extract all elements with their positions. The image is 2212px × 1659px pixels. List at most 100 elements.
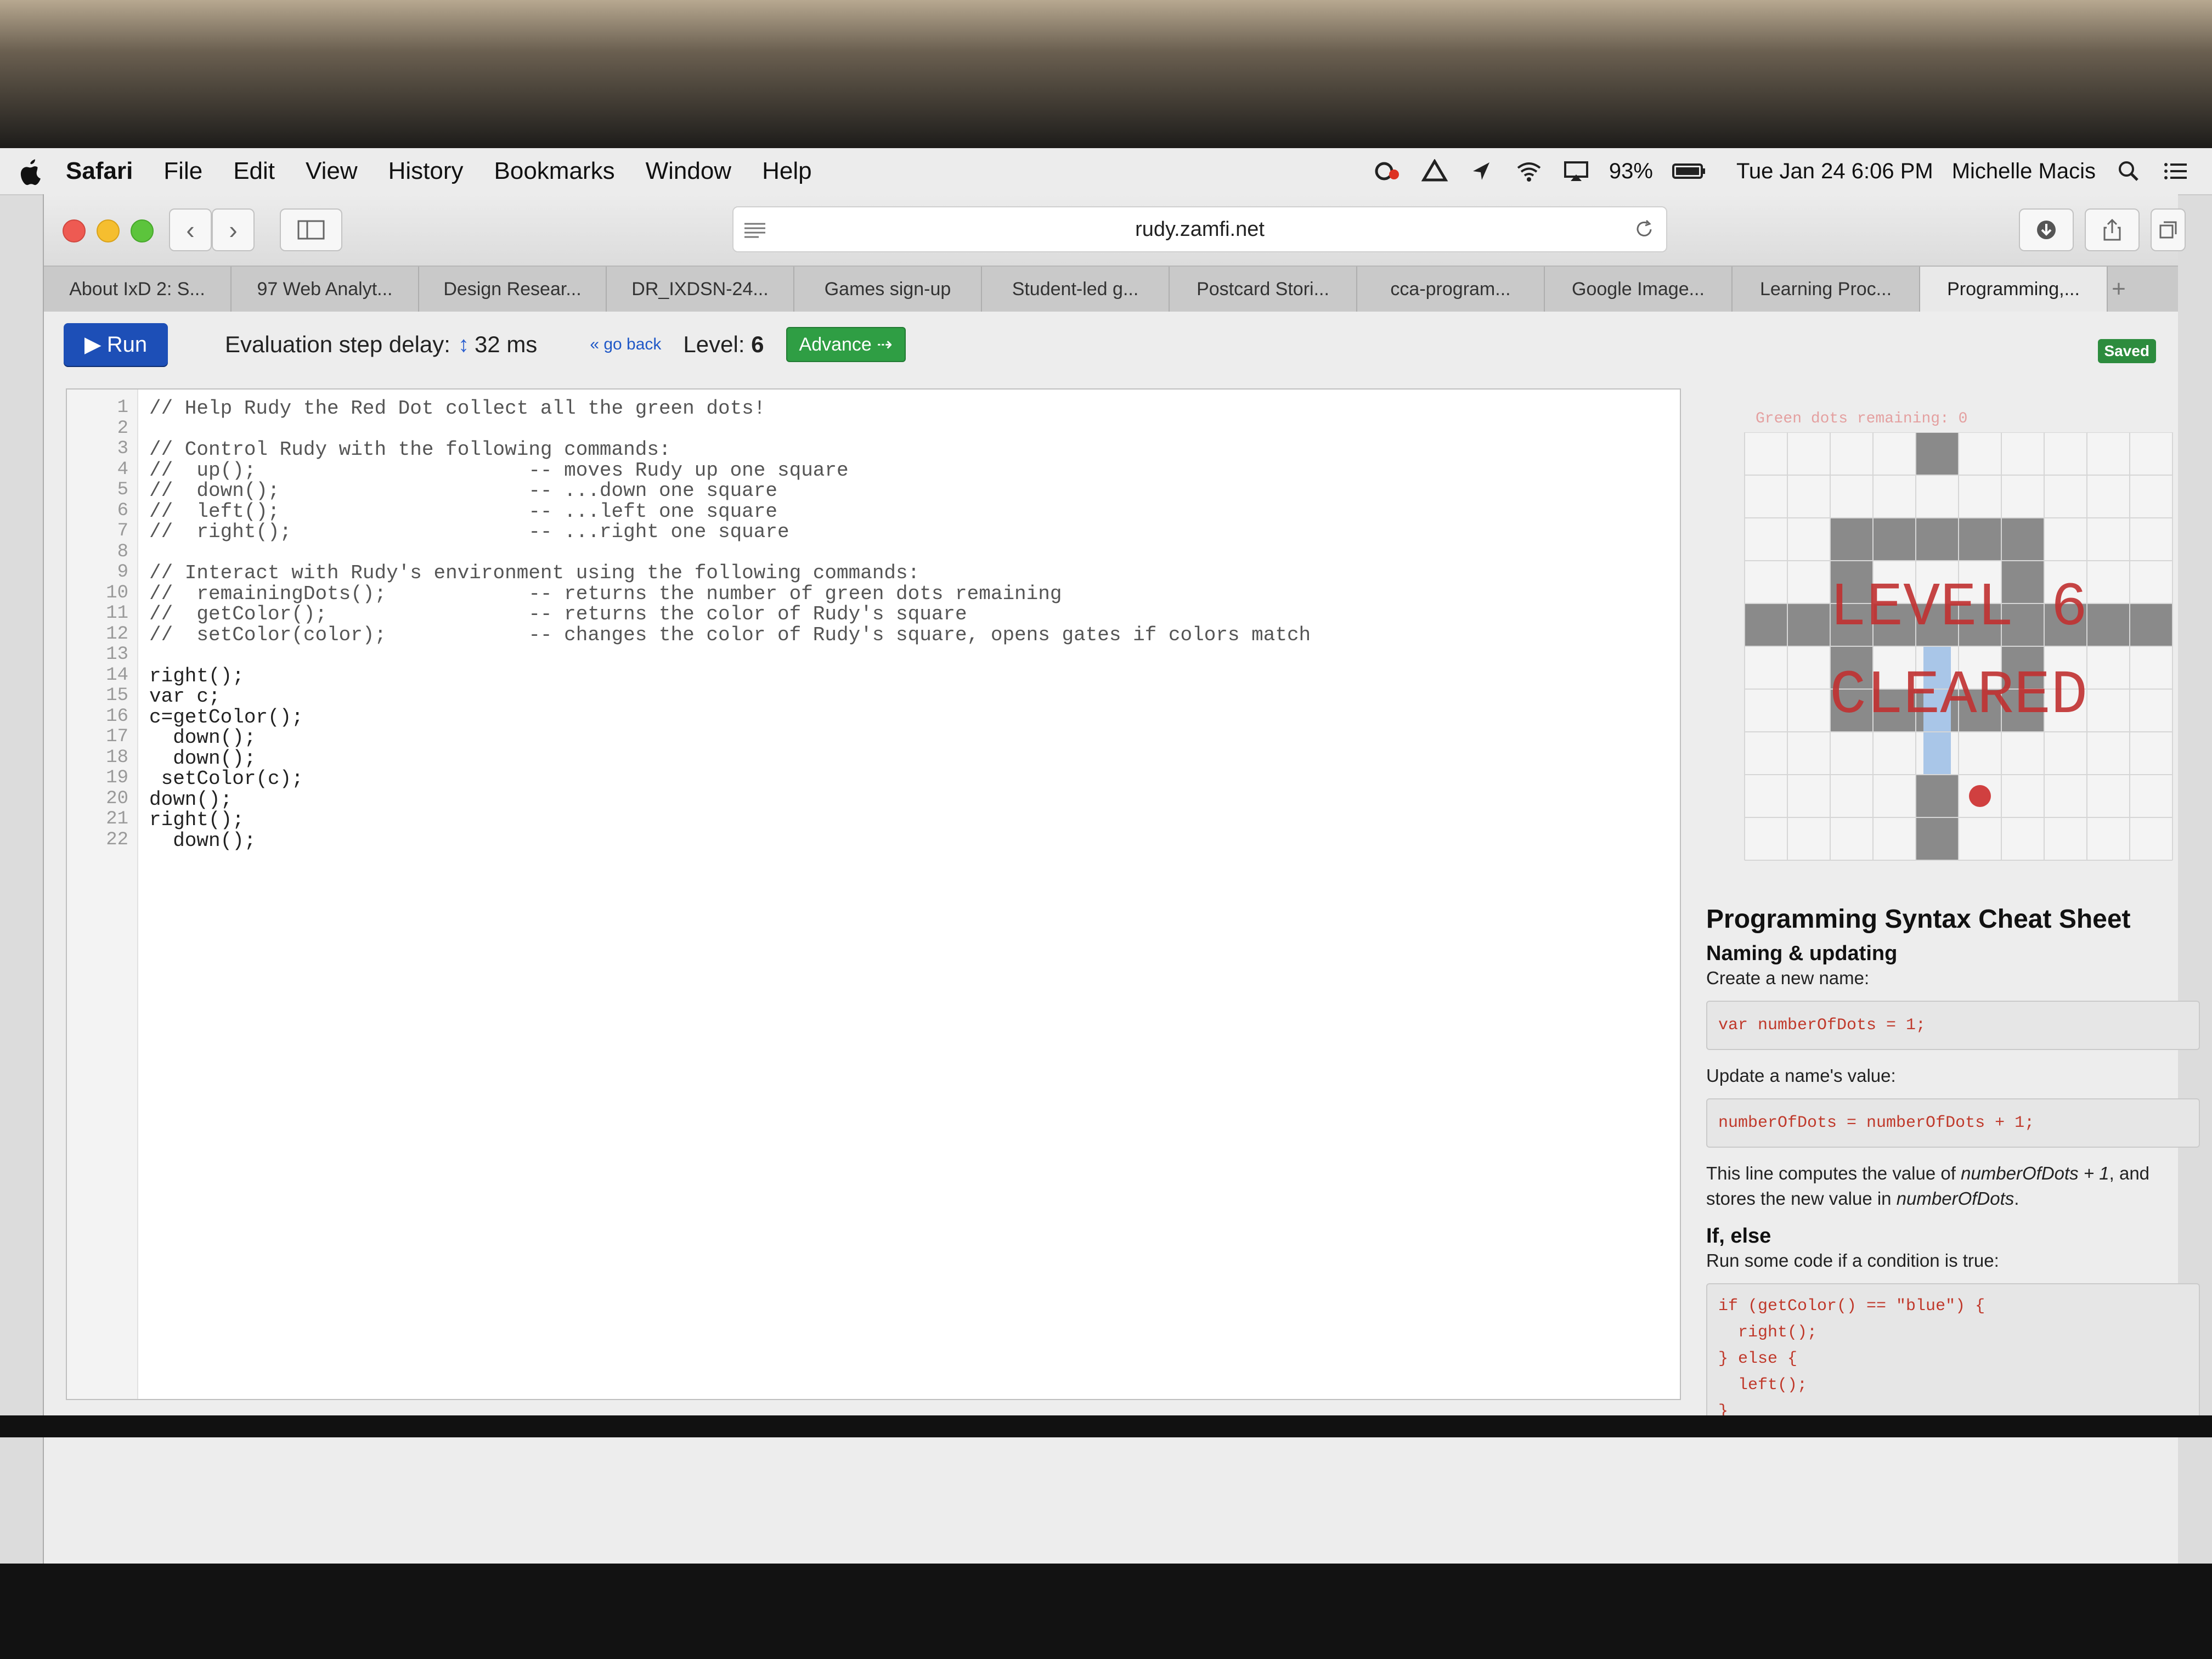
tab-student-led[interactable]: Student-led g...	[982, 267, 1170, 312]
tab-learning-process[interactable]: Learning Proc...	[1733, 267, 1920, 312]
laptop-screen: Safari File Edit View History Bookmarks …	[0, 148, 2212, 1564]
clock[interactable]: Tue Jan 24 6:06 PM	[1736, 159, 1933, 184]
tab-programming[interactable]: Programming,...	[1920, 267, 2108, 312]
cheat-sheet: Programming Syntax Cheat Sheet Naming & …	[1701, 904, 2200, 1439]
go-back-link[interactable]: « go back	[590, 335, 661, 354]
close-window-button[interactable]	[63, 219, 86, 242]
code-line[interactable]: // remainingDots(); -- returns the numbe…	[149, 583, 1062, 605]
chevron-left-icon: ‹	[186, 216, 195, 244]
forward-button[interactable]: ›	[212, 208, 255, 251]
code-line[interactable]: setColor(c);	[149, 768, 303, 790]
line-number: 4	[117, 459, 128, 480]
line-number: 21	[106, 809, 128, 830]
tab-cca-program[interactable]: cca-program...	[1357, 267, 1545, 312]
line-number: 10	[106, 582, 128, 603]
line-number: 8	[117, 541, 128, 562]
tab-google-images[interactable]: Google Image...	[1545, 267, 1733, 312]
spotlight-search-icon[interactable]	[2114, 159, 2143, 183]
code-line[interactable]: // down(); -- ...down one square	[149, 479, 777, 502]
tab-design-research[interactable]: Design Resear...	[419, 267, 607, 312]
code-line[interactable]: // right(); -- ...right one square	[149, 521, 789, 543]
line-number: 16	[106, 706, 128, 727]
wall-cell	[2087, 603, 2130, 646]
browser-toolbar: ‹ › rudy.zamfi.net	[44, 194, 2186, 266]
code-editor[interactable]: 1 2 3 4 5 6 7 8 9 10 11 12 13 14 15 16 17 18 19 20 21 22 // H…	[66, 388, 1681, 1400]
downloads-button[interactable]	[2019, 208, 2074, 251]
code-line[interactable]: right();	[149, 665, 244, 687]
status-area: 93% Tue Jan 24 6:06 PM Michelle Macis	[1373, 159, 2190, 184]
tab-postcard-stories[interactable]: Postcard Stori...	[1170, 267, 1357, 312]
menu-view[interactable]: View	[306, 157, 358, 185]
airplay-icon[interactable]	[1562, 159, 1590, 183]
delay-stepper-icon[interactable]: ↕	[458, 332, 469, 357]
menu-window[interactable]: Window	[646, 157, 732, 185]
cheat-sheet-title: Programming Syntax Cheat Sheet	[1706, 905, 2131, 934]
tab-about-ixd[interactable]: About IxD 2: S...	[44, 267, 232, 312]
menu-history[interactable]: History	[388, 157, 464, 185]
code-line[interactable]: var c;	[149, 685, 221, 708]
tab-web-analytics[interactable]: 97 Web Analyt...	[232, 267, 419, 312]
right-panel: Green dots remaining: 0 LEVEL 6 CLEARED P…	[1701, 388, 2200, 1486]
code-line[interactable]: // left(); -- ...left one square	[149, 500, 777, 523]
menu-app-name[interactable]: Safari	[66, 157, 133, 185]
wall-cell	[1787, 603, 1830, 646]
tab-dr-ixdsn[interactable]: DR_IXDSN-24...	[607, 267, 794, 312]
photo-background-top	[0, 0, 2212, 148]
delay-label: Evaluation step delay:	[225, 331, 450, 357]
new-tab-button[interactable]: +	[2108, 267, 2130, 312]
notification-center-icon[interactable]	[2162, 159, 2190, 183]
user-name[interactable]: Michelle Macis	[1952, 159, 2096, 184]
reader-view-icon[interactable]	[742, 219, 768, 239]
sidebar-icon	[297, 220, 325, 240]
code-line[interactable]: // up(); -- moves Rudy up one square	[149, 459, 849, 482]
menu-edit[interactable]: Edit	[233, 157, 275, 185]
code-line[interactable]: down();	[149, 747, 256, 770]
battery-icon[interactable]	[1672, 159, 1707, 183]
code-example-create: var numberOfDots = 1;	[1706, 1001, 2200, 1050]
share-button[interactable]	[2085, 208, 2140, 251]
google-drive-status-icon[interactable]	[1420, 159, 1449, 183]
wall-cell	[1873, 518, 1916, 561]
code-line[interactable]: down();	[149, 830, 256, 852]
back-button[interactable]: ‹	[169, 208, 212, 251]
minimize-window-button[interactable]	[97, 219, 120, 242]
code-example-update: numberOfDots = numberOfDots + 1;	[1706, 1098, 2200, 1148]
apple-logo-icon[interactable]	[16, 156, 44, 186]
sidebar-toggle-button[interactable]	[280, 208, 342, 251]
delay-value[interactable]: 32 ms	[475, 331, 537, 358]
advance-button[interactable]: Advance ⇢	[786, 327, 906, 362]
menu-bar: Safari File Edit View History Bookmarks …	[0, 148, 2212, 195]
address-bar[interactable]: rudy.zamfi.net	[732, 206, 1667, 252]
line-number: 6	[117, 500, 128, 521]
dots-remaining-text: Green dots remaining: 0	[1756, 410, 1968, 427]
level-cleared-line2: CLEARED	[1830, 661, 2087, 731]
location-arrow-icon	[1472, 162, 1489, 180]
code-line[interactable]: // setColor(color); -- changes the color…	[149, 624, 1311, 646]
code-line[interactable]: down();	[149, 726, 256, 749]
code-line[interactable]: down();	[149, 788, 232, 811]
game-board: LEVEL 6 CLEARED	[1739, 432, 2189, 882]
battery-percent: 93%	[1609, 159, 1653, 183]
zoom-window-button[interactable]	[131, 219, 154, 242]
code-line[interactable]: // Control Rudy with the following comma…	[149, 438, 671, 461]
wifi-icon[interactable]	[1515, 159, 1543, 183]
reload-icon[interactable]	[1633, 218, 1655, 240]
code-line[interactable]: // Help Rudy the Red Dot collect all the…	[149, 397, 765, 420]
url-text: rudy.zamfi.net	[1135, 217, 1265, 241]
show-tabs-button[interactable]	[2151, 208, 2186, 251]
tab-games-signup[interactable]: Games sign-up	[794, 267, 982, 312]
section-if-else-heading: If, else	[1706, 1224, 1771, 1248]
run-button[interactable]: ▶ Run	[64, 323, 168, 366]
wall-cell	[2130, 603, 2172, 646]
code-line[interactable]: right();	[149, 809, 244, 831]
menu-file[interactable]: File	[163, 157, 202, 185]
code-line[interactable]: // Interact with Rudy's environment usin…	[149, 562, 919, 584]
code-line[interactable]: // getColor(); -- returns the color of R…	[149, 603, 967, 625]
creative-cloud-status-icon[interactable]	[1373, 159, 1402, 183]
code-line[interactable]: c=getColor();	[149, 706, 303, 729]
menu-help[interactable]: Help	[762, 157, 812, 185]
line-number-gutter: 1 2 3 4 5 6 7 8 9 10 11 12 13 14 15 16 17 18 19 20 21 22	[67, 390, 138, 1399]
run-label: Run	[106, 332, 148, 357]
menu-bookmarks[interactable]: Bookmarks	[494, 157, 615, 185]
line-number: 1	[117, 397, 128, 418]
